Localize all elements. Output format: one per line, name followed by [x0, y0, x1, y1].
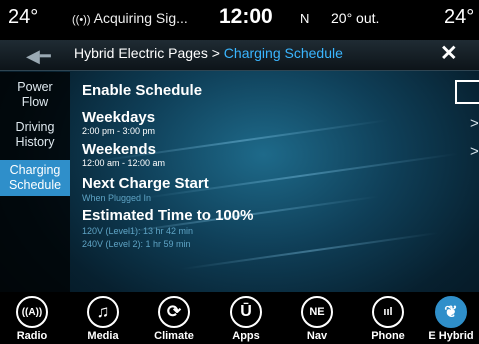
music-note-icon: ♫ [87, 296, 119, 328]
next-charge-start-value: When Plugged In [82, 193, 152, 203]
enable-schedule-checkbox[interactable] [455, 80, 479, 104]
dock-label: Apps [232, 330, 260, 342]
next-charge-start-label: Next Charge Start [82, 175, 209, 192]
clock: 12:00 [219, 5, 273, 28]
sidebar-item-label: History [15, 135, 55, 149]
apps-icon: Ū [230, 296, 262, 328]
sidebar-item-label: Driving [15, 120, 55, 134]
dock-climate-button[interactable]: ⟳ Climate [146, 296, 202, 342]
driver-temp[interactable]: 24° [8, 6, 38, 29]
background-streak [181, 231, 439, 271]
compass-heading: N [300, 11, 310, 26]
sidebar-item-label: Flow [21, 95, 49, 109]
sidebar-item-label: Charging [9, 163, 61, 177]
radio-status-text: Acquiring Sig... [93, 10, 188, 26]
dock-ehybrid-button[interactable]: ❦ E Hybrid [423, 296, 479, 342]
radio-icon: ((A)) [16, 296, 48, 328]
antenna-icon: ((•)) [72, 14, 91, 26]
compass-icon: NE [301, 296, 333, 328]
dock-label: Media [87, 330, 119, 342]
chevron-right-icon[interactable]: > [470, 143, 479, 160]
sidebar-item-label: Schedule [8, 178, 62, 192]
dock-label: Nav [306, 330, 328, 342]
breadcrumb: Hybrid Electric Pages > Charging Schedul… [74, 45, 343, 61]
phone-signal-icon: ııl [372, 296, 404, 328]
uconnect-screen: 24° ((•)) Acquiring Sig... 12:00 N 20° o… [0, 0, 479, 344]
dock-radio-button[interactable]: ((A)) Radio [4, 296, 60, 342]
climate-icon: ⟳ [158, 296, 190, 328]
close-icon[interactable]: ✕ [440, 41, 458, 66]
estimated-time-level2: 240V (Level 2): 1 hr 59 min [82, 239, 191, 249]
weekends-time: 12:00 am - 12:00 am [82, 158, 166, 168]
radio-status: ((•)) Acquiring Sig... [72, 10, 188, 26]
back-arrow-icon[interactable]: ◀━ [26, 46, 51, 67]
dock-media-button[interactable]: ♫ Media [75, 296, 131, 342]
weekdays-time: 2:00 pm - 3:00 pm [82, 126, 156, 136]
weekends-label[interactable]: Weekends [82, 141, 156, 158]
dock-phone-button[interactable]: ııl Phone [360, 296, 416, 342]
sidebar: Power Flow Driving History Charging Sche… [0, 72, 70, 292]
sidebar-item-driving-history[interactable]: Driving History [0, 120, 70, 150]
leaf-icon: ❦ [435, 296, 467, 328]
dock-label: E Hybrid [428, 330, 474, 342]
dock-label: Radio [16, 330, 48, 342]
passenger-temp[interactable]: 24° [444, 6, 474, 29]
status-bar: 24° ((•)) Acquiring Sig... 12:00 N 20° o… [0, 0, 479, 40]
chevron-right-icon[interactable]: > [470, 115, 479, 132]
breadcrumb-current: Charging Schedule [223, 45, 343, 61]
sidebar-item-power-flow[interactable]: Power Flow [0, 80, 70, 110]
dock-nav-button[interactable]: NE Nav [289, 296, 345, 342]
dock-label: Phone [371, 330, 405, 342]
weekdays-label[interactable]: Weekdays [82, 109, 155, 126]
outside-temp: 20° out. [331, 10, 380, 26]
sidebar-item-label: Power [17, 80, 53, 94]
breadcrumb-parent[interactable]: Hybrid Electric Pages > [74, 45, 224, 61]
estimated-time-label: Estimated Time to 100% [82, 207, 254, 224]
estimated-time-level1: 120V (Level1): 13 hr 42 min [82, 226, 194, 236]
dock-label: Climate [154, 330, 194, 342]
dock-apps-button[interactable]: Ū Apps [218, 296, 274, 342]
enable-schedule-label[interactable]: Enable Schedule [82, 82, 202, 99]
sidebar-item-charging-schedule[interactable]: Charging Schedule [0, 160, 70, 196]
